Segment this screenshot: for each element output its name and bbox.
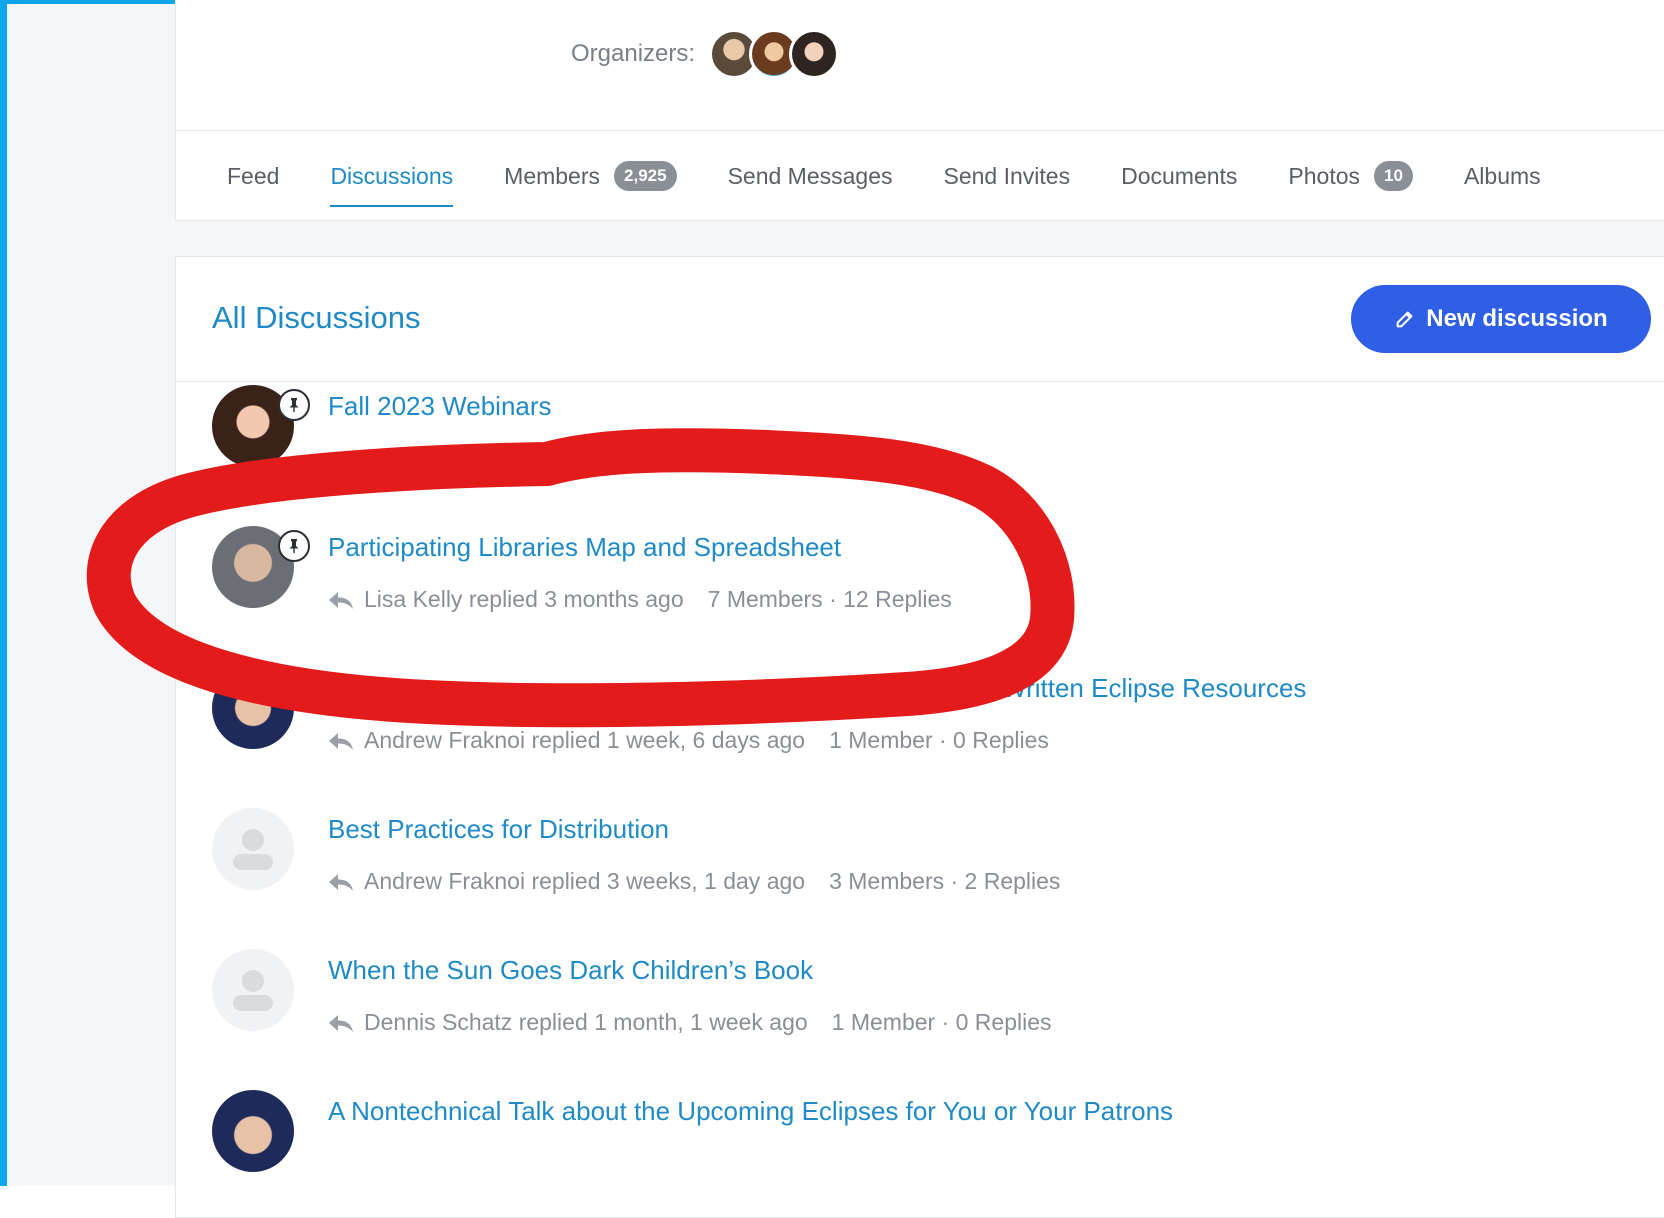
new-discussion-button[interactable]: New discussion [1351,285,1651,353]
reply-icon [329,873,353,891]
reply-icon [329,732,353,750]
discussion-stats: 3 Members · 2 Replies [829,868,1061,894]
tab-label: Feed [227,162,280,189]
organizer-avatars [709,29,840,79]
tab-feed[interactable]: Feed [227,131,279,221]
discussion-stats: 1 Member · 0 Replies [831,1009,1052,1035]
pin-icon [278,389,310,421]
discussion-meta: Charessa Sistek replied 1 day, 2 hours a… [328,445,922,472]
edit-icon [1396,311,1413,328]
group-header: Organizers: Feed Discussions Members 2,92… [175,0,1664,221]
pin-icon [278,530,310,562]
discussion-title[interactable]: Best Practices for Distribution [328,814,669,845]
discussions-card: All Discussions New discussion Fall 2023… [175,256,1664,1218]
list-item[interactable]: Fall 2023 Webinars Charessa Sistek repli… [212,385,1652,505]
list-item[interactable]: Participating Libraries Map and Spreadsh… [212,526,1652,646]
tab-label: Send Invites [943,162,1071,189]
discussion-stats: 7 Members · 12 Replies [707,586,952,612]
tab-send-messages[interactable]: Send Messages [728,131,893,221]
discussion-meta: Andrew Fraknoi replied 3 weeks, 1 day ag… [328,868,1060,895]
tab-send-invites[interactable]: Send Invites [944,131,1071,221]
avatar[interactable] [212,667,294,749]
discussion-title[interactable]: Participating Libraries Map and Spreadsh… [328,532,841,563]
tab-label: Members [504,162,601,189]
replied-by: Charessa Sistek replied 1 day, 2 hours a… [364,445,803,471]
discussion-meta: Lisa Kelly replied 3 months ago 7 Member… [328,586,952,613]
group-tabs: Feed Discussions Members 2,925 Send Messa… [176,130,1664,221]
members-count-badge: 2,925 [614,161,677,191]
tab-label: Send Messages [727,162,893,189]
new-discussion-label: New discussion [1426,305,1608,332]
user-placeholder-icon [233,970,273,1011]
organizer-avatar[interactable] [789,29,840,79]
tab-documents[interactable]: Documents [1121,131,1237,221]
reply-icon [329,450,353,468]
discussion-title[interactable]: Written Eclipse Resources [1002,673,1306,704]
replied-by: Andrew Fraknoi replied 3 weeks, 1 day ag… [364,868,806,894]
list-item[interactable]: When the Sun Goes Dark Children’s Book D… [212,949,1652,1069]
tab-label: Albums [1463,162,1541,189]
tab-photos[interactable]: Photos 10 [1288,131,1413,221]
reply-icon [329,1014,353,1032]
replied-by: Dennis Schatz replied 1 month, 1 week ag… [364,1009,808,1035]
reply-icon [329,591,353,609]
discussion-title[interactable]: Fall 2023 Webinars [328,391,552,422]
tab-discussions[interactable]: Discussions [330,131,453,221]
replied-by: Lisa Kelly replied 3 months ago [364,586,684,612]
window-frame: Organizers: Feed Discussions Members 2,92… [0,0,1664,1218]
tab-members[interactable]: Members 2,925 [504,131,677,221]
avatar[interactable] [212,808,294,890]
discussion-stats: 2 Replies [826,445,922,471]
tab-albums[interactable]: Albums [1464,131,1541,221]
tab-label: Documents [1121,162,1238,189]
list-item[interactable]: Written Eclipse Resources Andrew Fraknoi… [212,667,1652,787]
discussion-title[interactable]: When the Sun Goes Dark Children’s Book [328,955,813,986]
page-title: All Discussions [212,300,421,335]
user-placeholder-icon [233,829,273,870]
tab-label: Photos [1288,162,1361,189]
discussion-meta: Andrew Fraknoi replied 1 week, 6 days ag… [328,727,1049,754]
tab-label: Discussions [330,162,454,189]
photos-count-badge: 10 [1374,161,1413,191]
discussion-meta: Dennis Schatz replied 1 month, 1 week ag… [328,1009,1052,1036]
replied-by: Andrew Fraknoi replied 1 week, 6 days ag… [364,727,806,753]
discussion-title[interactable]: A Nontechnical Talk about the Upcoming E… [328,1096,1173,1127]
organizers-label: Organizers: [571,40,696,67]
discussions-header: All Discussions New discussion [176,257,1664,382]
avatar[interactable] [212,1090,294,1172]
organizers: Organizers: [571,28,840,80]
avatar[interactable] [212,949,294,1031]
list-item[interactable]: Best Practices for Distribution Andrew F… [212,808,1652,928]
list-item[interactable]: A Nontechnical Talk about the Upcoming E… [212,1090,1652,1210]
discussion-stats: 1 Member · 0 Replies [829,727,1049,753]
